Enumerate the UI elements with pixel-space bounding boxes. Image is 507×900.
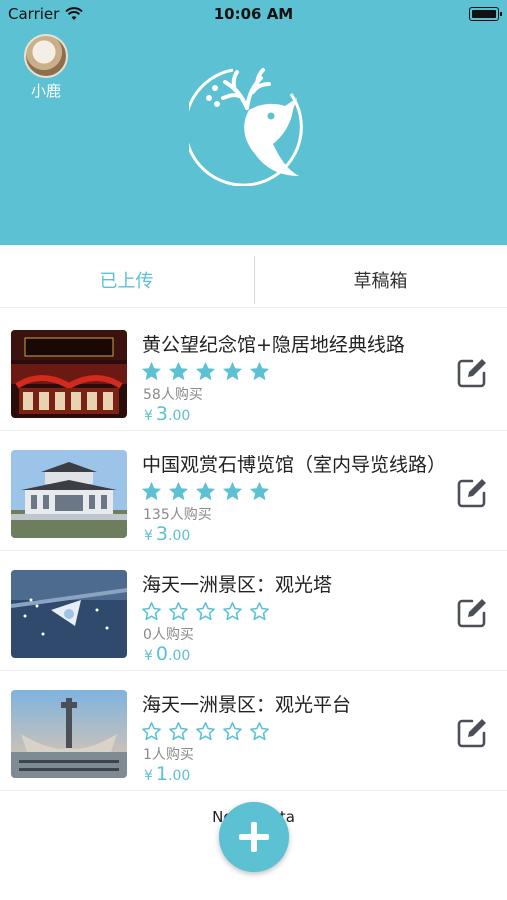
price-integer: 1 xyxy=(155,763,169,785)
price-decimal: .00 xyxy=(168,648,191,664)
price-decimal: .00 xyxy=(168,408,191,424)
price: ¥ 3 .00 xyxy=(144,403,190,425)
star-icon xyxy=(169,722,188,741)
item-title: 中国观赏石博览馆（室内导览线路） xyxy=(142,454,447,476)
rating-stars xyxy=(140,360,271,383)
rating-stars xyxy=(140,600,271,623)
user-name: 小鹿 xyxy=(30,82,61,100)
thumbnail-memorial-hall xyxy=(11,330,127,418)
star-icon xyxy=(141,481,162,501)
star-icon xyxy=(249,481,270,501)
price-currency: ¥ xyxy=(144,408,153,424)
list-item[interactable]: 黄公望纪念馆+隐居地经典线路 58人购买 ¥ 3 .00 xyxy=(0,312,507,431)
buyer-count: 0人购买 xyxy=(143,627,194,643)
list-item[interactable]: 海天一洲景区：观光塔 0人购买 ¥ 0 .00 xyxy=(0,552,507,671)
star-icon xyxy=(168,481,189,501)
star-icon xyxy=(142,722,161,741)
tab-uploaded[interactable]: 已上传 xyxy=(0,256,253,308)
battery-icon xyxy=(469,7,502,21)
buyer-count: 135人购买 xyxy=(143,507,212,523)
edit-icon[interactable] xyxy=(455,716,489,750)
star-icon xyxy=(250,722,269,741)
star-icon xyxy=(196,602,215,621)
star-icon xyxy=(141,361,162,381)
thumbnail-sightseeing-platform xyxy=(11,690,127,778)
list-item[interactable]: 中国观赏石博览馆（室内导览线路） 135人购买 ¥ 3 .00 xyxy=(0,432,507,551)
star-icon xyxy=(223,602,242,621)
tab-drafts[interactable]: 草稿箱 xyxy=(254,256,507,308)
price-decimal: .00 xyxy=(168,768,191,784)
price: ¥ 3 .00 xyxy=(144,523,190,545)
avatar[interactable] xyxy=(24,34,68,78)
rating-stars xyxy=(140,720,271,743)
star-icon xyxy=(223,722,242,741)
status-bar: Carrier 10:06 AM xyxy=(0,0,507,28)
star-icon xyxy=(168,361,189,381)
star-icon xyxy=(222,361,243,381)
price-integer: 0 xyxy=(155,643,169,665)
item-title: 海天一洲景区：观光平台 xyxy=(142,694,352,716)
rating-stars xyxy=(140,480,271,503)
edit-icon[interactable] xyxy=(455,356,489,390)
star-icon xyxy=(249,361,270,381)
edit-icon[interactable] xyxy=(455,596,489,630)
list-item[interactable]: 海天一洲景区：观光平台 1人购买 ¥ 1 .00 xyxy=(0,672,507,791)
star-icon xyxy=(250,602,269,621)
buyer-count: 58人购买 xyxy=(143,387,203,403)
price-integer: 3 xyxy=(155,403,169,425)
status-time: 10:06 AM xyxy=(213,5,294,23)
price: ¥ 0 .00 xyxy=(144,643,190,665)
star-icon xyxy=(169,602,188,621)
price-currency: ¥ xyxy=(144,648,153,664)
star-icon xyxy=(142,602,161,621)
thumbnail-sightseeing-tower xyxy=(11,570,127,658)
item-title: 海天一洲景区：观光塔 xyxy=(142,574,333,596)
item-title: 黄公望纪念馆+隐居地经典线路 xyxy=(142,334,405,356)
star-icon xyxy=(195,481,216,501)
star-icon xyxy=(195,361,216,381)
tab-bar: 已上传 草稿箱 xyxy=(0,256,507,308)
star-icon xyxy=(196,722,215,741)
add-button[interactable] xyxy=(219,802,289,872)
star-icon xyxy=(222,481,243,501)
price: ¥ 1 .00 xyxy=(144,763,190,785)
price-currency: ¥ xyxy=(144,528,153,544)
edit-icon[interactable] xyxy=(455,476,489,510)
profile-header: Carrier 10:06 AM 小鹿 xyxy=(0,0,507,245)
thumbnail-stone-museum xyxy=(11,450,127,538)
deer-logo-icon xyxy=(189,68,303,186)
price-currency: ¥ xyxy=(144,768,153,784)
buyer-count: 1人购买 xyxy=(143,747,194,763)
price-integer: 3 xyxy=(155,523,169,545)
price-decimal: .00 xyxy=(168,528,191,544)
